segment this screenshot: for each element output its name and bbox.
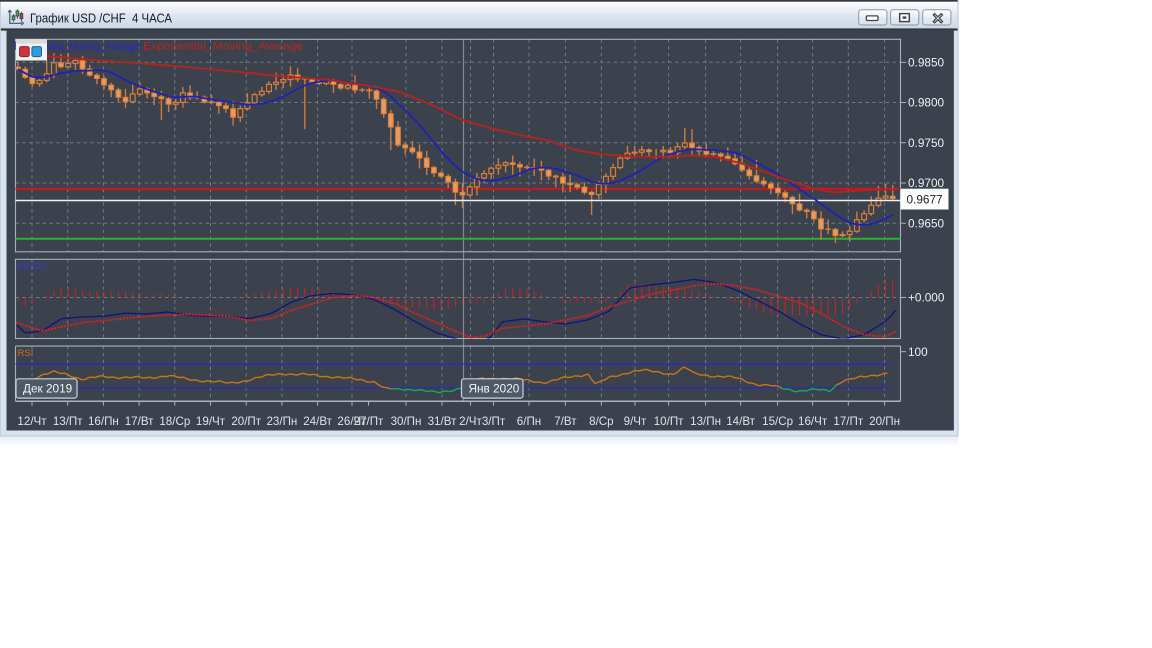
svg-text:График USD /CHF 4 ЧАСА: График USD /CHF 4 ЧАСА [30,11,172,26]
svg-text:Exponential_Moving_Average: Exponential_Moving_Average [143,41,303,53]
svg-text:0.9700: 0.9700 [908,176,945,190]
svg-text:17/Пт: 17/Пт [833,415,863,428]
svg-text:0.9750: 0.9750 [908,136,945,150]
svg-text:18/Ср: 18/Ср [159,415,190,428]
svg-text:RSI: RSI [18,348,34,359]
svg-text:7/Вт: 7/Вт [554,415,577,428]
svg-text:14/Вт: 14/Вт [726,415,755,428]
svg-text:9/Чт: 9/Чт [624,415,647,428]
svg-text:MACD: MACD [18,261,46,272]
svg-text:20/Пт: 20/Пт [231,415,261,428]
svg-text:13/Пн: 13/Пн [690,415,721,428]
svg-text:16/Пн: 16/Пн [88,415,119,428]
svg-text:12/Чт: 12/Чт [17,415,47,428]
svg-text:10/Пт: 10/Пт [654,415,684,428]
svg-text:0.9850: 0.9850 [908,56,945,70]
svg-text:15/Ср: 15/Ср [762,415,793,428]
svg-text:16/Чт: 16/Чт [798,415,828,428]
svg-text:19/Чт: 19/Чт [196,415,226,428]
svg-text:20/Пн: 20/Пн [869,415,900,428]
svg-text:8/Ср: 8/Ср [589,415,614,428]
svg-text:Дек 2019: Дек 2019 [23,382,72,396]
svg-text:13/Пт: 13/Пт [53,415,83,428]
svg-text:6/Пн: 6/Пн [517,415,541,428]
svg-text:23/Пн: 23/Пн [266,415,297,428]
svg-text:30/Пн: 30/Пн [391,415,422,428]
svg-text:100: 100 [908,345,928,359]
svg-text:31/Вт: 31/Вт [428,415,457,428]
svg-text:2/Чт: 2/Чт [459,415,482,428]
svg-text:+0.000: +0.000 [908,291,945,305]
svg-text:0.9650: 0.9650 [908,216,945,230]
svg-text:3/Пт: 3/Пт [482,415,506,428]
svg-text:Янв 2020: Янв 2020 [469,382,520,396]
svg-text:17/Вт: 17/Вт [125,415,154,428]
svg-text:24/Вт: 24/Вт [303,415,332,428]
svg-text:0.9800: 0.9800 [908,96,945,110]
svg-text:27/Пт: 27/Пт [354,415,384,428]
svg-text:0.9677: 0.9677 [907,192,943,206]
